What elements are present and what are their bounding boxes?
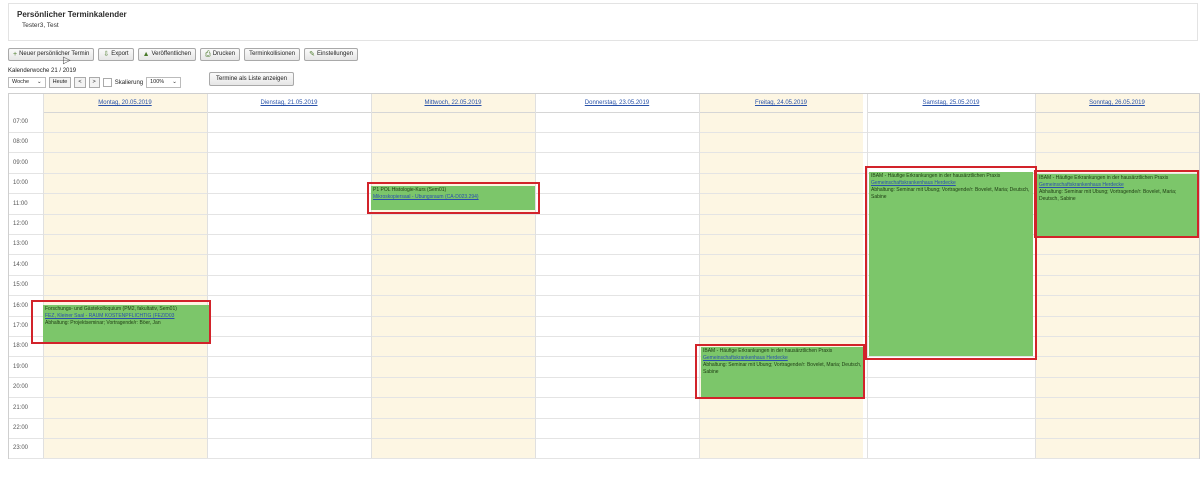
hour-row[interactable]: 23:00 <box>9 438 1199 460</box>
scale-checkbox[interactable] <box>102 78 112 87</box>
highlight-box <box>1034 170 1199 238</box>
calendar-controls: Woche ⌄ Heute < > Skalierung 100% ⌄ <box>8 77 181 88</box>
hour-label: 08:00 <box>13 139 29 146</box>
user-name: Tester3, Test <box>22 22 59 29</box>
column-divider <box>371 94 372 458</box>
publish-button[interactable]: ▲ Veröffentlichen <box>137 48 197 61</box>
highlight-box <box>695 344 865 399</box>
column-divider <box>207 94 208 458</box>
app-header: Persönlicher Terminkalender Tester3, Tes… <box>8 3 1198 41</box>
plus-icon: + <box>13 51 18 58</box>
hour-label: 07:00 <box>13 119 29 125</box>
day-header-thursday[interactable]: Donnerstag, 23.05.2019 <box>535 94 699 113</box>
hour-label: 13:00 <box>13 241 29 248</box>
settings-button[interactable]: ✎ Einstellungen <box>304 48 358 61</box>
prev-week-button[interactable]: < <box>74 77 86 88</box>
column-divider <box>699 94 700 458</box>
hour-row[interactable]: 22:00 <box>9 418 1199 439</box>
hour-label: 10:00 <box>13 180 29 187</box>
day-header-tuesday[interactable]: Dienstag, 21.05.2019 <box>207 94 371 113</box>
scale-select[interactable]: 100% ⌄ <box>146 77 181 88</box>
hour-label: 15:00 <box>13 282 29 289</box>
column-divider <box>43 94 44 458</box>
day-header-friday[interactable]: Freitag, 24.05.2019 <box>699 94 863 113</box>
column-divider <box>535 94 536 458</box>
show-as-list-button[interactable]: Termine als Liste anzeigen <box>209 72 295 86</box>
export-button[interactable]: ⇩ Export <box>98 48 134 61</box>
view-select[interactable]: Woche ⌄ <box>8 77 46 88</box>
scale-label: Skalierung <box>114 79 144 86</box>
hour-row[interactable]: 08:00 <box>9 132 1199 154</box>
mouse-cursor-icon: ▷ <box>63 55 71 66</box>
highlight-box <box>865 166 1037 360</box>
hour-label: 12:00 <box>13 221 29 227</box>
today-button[interactable]: Heute <box>48 77 72 88</box>
day-header-sunday[interactable]: Sonntag, 26.05.2019 <box>1035 94 1199 113</box>
hour-label: 14:00 <box>13 261 29 268</box>
collisions-button[interactable]: Terminkollisionen <box>244 48 301 61</box>
new-appointment-button[interactable]: + Neuer persönlicher Termin <box>8 48 95 61</box>
page-title: Persönlicher Terminkalender <box>17 10 127 19</box>
highlight-box <box>31 300 211 344</box>
chevron-down-icon: ⌄ <box>172 79 177 85</box>
day-header-monday[interactable]: Montag, 20.05.2019 <box>43 94 207 113</box>
hour-label: 11:00 <box>13 200 28 207</box>
week-label: Kalenderwoche 21 / 2019 <box>8 68 77 74</box>
day-header-wednesday[interactable]: Mittwoch, 22.05.2019 <box>371 94 535 113</box>
week-calendar: Montag, 20.05.2019 Dienstag, 21.05.2019 … <box>8 93 1200 460</box>
hour-label: 20:00 <box>13 384 29 391</box>
hour-label: 19:00 <box>13 363 29 370</box>
hour-label: 22:00 <box>13 425 29 431</box>
publish-icon: ▲ <box>142 51 150 58</box>
hour-label: 09:00 <box>13 159 29 166</box>
highlight-box <box>367 182 540 214</box>
toolbar: + Neuer persönlicher Termin ⇩ Export ▲ Verö… <box>8 48 358 61</box>
hour-label: 21:00 <box>13 404 29 411</box>
print-button[interactable]: ⎙ Drucken <box>200 48 241 61</box>
hour-row[interactable]: 21:00 <box>9 398 1199 419</box>
day-header-saturday[interactable]: Samstag, 25.05.2019 <box>867 94 1035 113</box>
hour-label: 23:00 <box>13 445 29 452</box>
next-week-button[interactable]: > <box>88 77 100 88</box>
chevron-down-icon: ⌄ <box>37 79 42 85</box>
hour-row[interactable]: 20:00 <box>9 377 1199 399</box>
hour-row[interactable]: 07:00 <box>9 112 1199 133</box>
settings-icon: ✎ <box>309 51 315 58</box>
print-icon: ⎙ <box>205 51 211 58</box>
export-icon: ⇩ <box>103 51 110 58</box>
